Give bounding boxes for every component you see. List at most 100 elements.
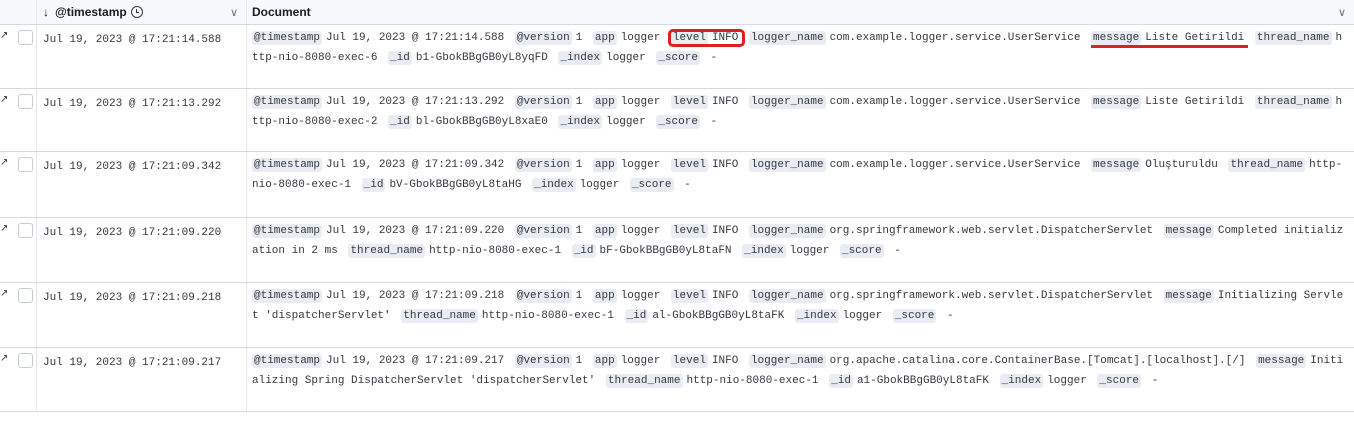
field-value: b1-GbokBBgGB0yL8yqFD — [415, 51, 548, 64]
table-row: ↗ Jul 19, 2023 @ 17:21:09.217 @timestamp… — [0, 348, 1354, 412]
timestamp-header-label: @timestamp — [55, 5, 127, 19]
field-value: Jul 19, 2023 @ 17:21:09.342 — [326, 159, 505, 171]
field-name-badge: @version — [514, 289, 572, 303]
field-value: INFO — [711, 355, 739, 367]
document-cell: @timestamp Jul 19, 2023 @ 17:21:09.342 @v… — [247, 152, 1354, 217]
field-name-badge: _index — [558, 114, 603, 129]
field-pair: _id bl-GbokBBgGB0yL8xaE0 — [388, 114, 552, 129]
row-checkbox[interactable] — [18, 353, 33, 368]
field-value: Liste Getirildi — [1145, 96, 1245, 108]
field-name-badge: _index — [794, 308, 839, 323]
field-pair: level INFO — [670, 158, 742, 172]
field-pair: logger_name org.springframework.web.servl… — [748, 289, 1157, 303]
field-pair: _id b1-GbokBBgGB0yL8yqFD — [388, 50, 552, 65]
field-pair: thread_name http-nio-8080-exec-1 — [348, 243, 565, 258]
column-header-document[interactable]: Document ∨ — [247, 0, 1354, 24]
field-name-badge: _id — [361, 177, 386, 192]
field-value: - — [677, 178, 691, 191]
field-name-badge: @timestamp — [252, 95, 323, 109]
field-name-badge: app — [592, 158, 617, 172]
header-control-column — [0, 0, 37, 24]
table-header: ↓ @timestamp ∨ Document ∨ — [0, 0, 1354, 25]
field-pair: _index logger — [558, 114, 649, 129]
document-cell: @timestamp Jul 19, 2023 @ 17:21:14.588 @v… — [247, 25, 1354, 88]
field-pair: _index logger — [794, 308, 886, 323]
row-controls: ↗ — [0, 218, 37, 282]
sort-descending-icon[interactable]: ↓ — [43, 5, 49, 19]
field-name-badge: @timestamp — [252, 158, 323, 172]
field-pair: app logger — [592, 224, 664, 238]
field-pair: @timestamp Jul 19, 2023 @ 17:21:09.220 — [252, 224, 508, 238]
field-pair: _score - — [1097, 373, 1162, 388]
expand-icon[interactable]: ↗ — [0, 94, 8, 105]
expand-icon[interactable]: ↗ — [0, 223, 8, 234]
document-cell: @timestamp Jul 19, 2023 @ 17:21:09.217 @v… — [247, 348, 1354, 411]
field-pair: _id bF-GbokBBgGB0yL8taFN — [571, 243, 736, 258]
field-value: 1 — [575, 355, 583, 367]
row-checkbox[interactable] — [18, 288, 33, 303]
expand-icon[interactable]: ↗ — [0, 157, 8, 168]
clock-icon — [130, 6, 143, 18]
field-value: logger — [606, 115, 646, 128]
field-name-badge: level — [670, 95, 708, 109]
field-pair: level INFO — [670, 224, 742, 238]
row-checkbox[interactable] — [18, 94, 33, 109]
field-pair: _score - — [892, 308, 958, 323]
field-value: 1 — [575, 32, 583, 44]
field-value: Jul 19, 2023 @ 17:21:14.588 — [326, 32, 505, 44]
field-value: logger — [620, 159, 661, 171]
field-pair: _score - — [656, 50, 721, 65]
field-name-badge: @timestamp — [252, 354, 323, 368]
column-header-timestamp[interactable]: ↓ @timestamp ∨ — [37, 0, 247, 24]
field-pair: @version 1 — [514, 95, 586, 109]
field-pair: @timestamp Jul 19, 2023 @ 17:21:09.218 — [252, 289, 508, 303]
field-pair: @version 1 — [514, 354, 586, 368]
field-pair: logger_name com.example.logger.service.Us… — [748, 158, 1084, 172]
field-pair: @version 1 — [514, 31, 586, 45]
field-value: logger — [1047, 374, 1087, 387]
field-pair: @version 1 — [514, 289, 586, 303]
field-name-badge: message — [1091, 158, 1142, 172]
field-value: logger — [789, 244, 830, 257]
expand-icon[interactable]: ↗ — [0, 30, 8, 41]
field-value: http-nio-8080-exec-1 — [481, 309, 614, 322]
row-controls: ↗ — [0, 283, 37, 347]
field-value: 1 — [575, 159, 583, 171]
field-value: logger — [579, 178, 620, 191]
field-value: 1 — [575, 225, 583, 237]
field-pair: _index logger — [558, 50, 649, 65]
field-pair: @timestamp Jul 19, 2023 @ 17:21:14.588 — [252, 31, 508, 45]
field-name-badge: thread_name — [348, 243, 426, 258]
field-value: logger — [620, 96, 661, 108]
table-row: ↗ Jul 19, 2023 @ 17:21:14.588 @timestamp… — [0, 25, 1354, 89]
field-name-badge: @timestamp — [252, 224, 323, 238]
field-pair: @timestamp Jul 19, 2023 @ 17:21:09.217 — [252, 354, 508, 368]
row-controls: ↗ — [0, 89, 37, 151]
field-name-badge: logger_name — [748, 289, 826, 303]
expand-icon[interactable]: ↗ — [0, 353, 8, 364]
field-name-badge: @version — [514, 95, 572, 109]
row-checkbox[interactable] — [18, 157, 33, 172]
field-value: - — [940, 309, 954, 322]
field-pair: _id al-GbokBBgGB0yL8taFK — [624, 308, 789, 323]
field-pair: _score - — [839, 243, 905, 258]
field-value: com.example.logger.service.UserService — [829, 32, 1081, 44]
chevron-down-icon[interactable]: ∨ — [230, 6, 238, 19]
field-value: logger — [606, 51, 646, 64]
field-value: INFO — [711, 32, 739, 44]
table-row: ↗ Jul 19, 2023 @ 17:21:09.220 @timestamp… — [0, 218, 1354, 283]
document-cell: @timestamp Jul 19, 2023 @ 17:21:09.218 @v… — [247, 283, 1354, 347]
field-value: INFO — [711, 225, 739, 237]
field-pair: @version 1 — [514, 158, 586, 172]
row-checkbox[interactable] — [18, 30, 33, 45]
field-value: bV-GbokBBgGB0yL8taHG — [389, 178, 522, 191]
field-value: Liste Getirildi — [1145, 32, 1245, 44]
field-value: - — [887, 244, 901, 257]
field-value: com.example.logger.service.UserService — [829, 96, 1081, 108]
chevron-down-icon[interactable]: ∨ — [1338, 6, 1346, 19]
expand-icon[interactable]: ↗ — [0, 288, 8, 299]
row-checkbox[interactable] — [18, 223, 33, 238]
field-name-badge: @version — [514, 354, 572, 368]
timestamp-cell: Jul 19, 2023 @ 17:21:09.218 — [37, 283, 247, 347]
field-value: INFO — [711, 159, 739, 171]
